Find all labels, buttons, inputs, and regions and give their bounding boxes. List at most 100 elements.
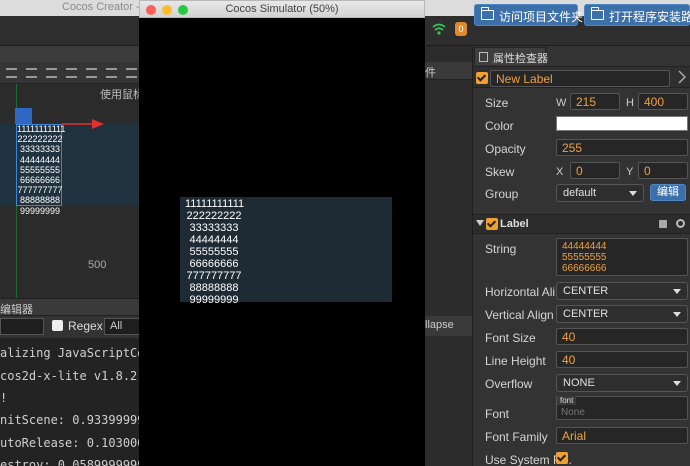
minimize-window-button[interactable] xyxy=(162,5,172,15)
close-window-button[interactable] xyxy=(146,5,156,15)
skew-y-input[interactable]: 0 xyxy=(638,162,688,179)
sim-label-line: 88888888 xyxy=(189,282,239,294)
console-line: cos2d-x-lite v1.8.2 xyxy=(0,369,138,383)
scene-label-line: 777777777 xyxy=(17,185,63,196)
string-line: 44444444 xyxy=(562,241,607,252)
console-toolbar: Regex All xyxy=(0,316,140,338)
node-active-checkbox[interactable] xyxy=(476,72,488,84)
width-input[interactable]: 215 xyxy=(570,93,620,110)
scene-label-line: 88888888 xyxy=(19,195,61,206)
scene-label-line: 66666666 xyxy=(19,175,61,186)
edit-group-button[interactable]: 编辑 xyxy=(650,184,686,201)
console-output[interactable]: alizing JavaScriptCore cos2d-x-lite v1.8… xyxy=(0,338,159,466)
font-size-label: Font Size xyxy=(485,331,536,345)
node-name-input[interactable]: New Label xyxy=(490,70,670,87)
regex-label: Regex xyxy=(68,319,103,333)
scene-label-line: 11111111111 xyxy=(17,124,66,134)
height-input[interactable]: 400 xyxy=(638,93,688,110)
skew-x-axis-label: X xyxy=(556,166,564,178)
simulator-titlebar: Cocos Simulator (50%) xyxy=(139,0,425,18)
notification-badge[interactable]: 0 xyxy=(455,22,467,36)
scene-label-line: 99999999 xyxy=(19,205,61,216)
regex-checkbox[interactable] xyxy=(52,320,63,331)
opacity-label: Opacity xyxy=(485,142,526,156)
scene-label-preview: 11111111111 222222222 33333333 44444444 … xyxy=(17,124,66,216)
console-header: 编辑器 xyxy=(0,298,140,316)
height-axis-label: H xyxy=(626,97,634,109)
sim-label-line: 66666666 xyxy=(189,258,239,270)
chevron-right-icon[interactable] xyxy=(676,68,688,86)
log-level-select[interactable]: All xyxy=(104,318,140,335)
node-library-panel xyxy=(425,46,472,466)
font-asset-field[interactable]: font None xyxy=(556,396,688,420)
string-label: String xyxy=(485,242,517,256)
skew-label: Skew xyxy=(485,165,515,179)
open-install-path-label: 打开程序安装路径 xyxy=(609,10,690,24)
align-left-icon[interactable] xyxy=(66,68,77,78)
scene-label-line: 55555555 xyxy=(19,164,61,175)
simulator-title: Cocos Simulator (50%) xyxy=(225,3,339,15)
align-vcenter-icon[interactable] xyxy=(26,68,37,78)
scene-label-line: 33333333 xyxy=(19,144,61,155)
console-filter-input[interactable] xyxy=(0,318,44,335)
console-line: estroy: 0.058999999999 xyxy=(0,458,159,466)
align-top-icon[interactable] xyxy=(6,68,17,78)
console-line: nitScene: 0.9339999999 xyxy=(0,413,159,427)
sim-label-line: 222222222 xyxy=(186,210,242,222)
horizontal-align-label: Horizontal Ali… xyxy=(485,285,568,299)
group-label: Group xyxy=(485,187,519,201)
skew-y-axis-label: Y xyxy=(626,166,634,178)
overflow-label: Overflow xyxy=(485,377,533,391)
font-family-input[interactable]: Arial xyxy=(556,427,688,444)
open-project-folder-label: 访问项目文件夹 xyxy=(499,10,584,24)
collapse-bar[interactable]: llapse xyxy=(425,316,472,336)
app-title: Cocos Creator - xyxy=(62,1,140,13)
console-line: ! xyxy=(0,391,8,405)
open-project-folder-button[interactable]: 访问项目文件夹 xyxy=(474,4,583,26)
scene-label-line: 44444444 xyxy=(19,154,61,165)
scene-hint: 使用鼠标 xyxy=(100,89,144,101)
use-system-font-checkbox[interactable] xyxy=(556,452,568,464)
color-swatch[interactable] xyxy=(556,116,688,131)
sim-label-line: 11111111111 xyxy=(185,198,245,210)
collapse-label: llapse xyxy=(425,319,454,331)
zoom-window-button[interactable] xyxy=(178,5,188,15)
align-right-icon[interactable] xyxy=(106,68,117,78)
font-asset-tag: font xyxy=(557,396,577,405)
align-hcenter-icon[interactable] xyxy=(86,68,97,78)
line-height-label: Line Height xyxy=(485,354,546,368)
font-size-input[interactable]: 40 xyxy=(556,328,688,345)
line-height-input[interactable]: 40 xyxy=(556,351,688,368)
folder-icon xyxy=(590,7,604,20)
string-textarea[interactable]: 44444444 55555555 66666666 xyxy=(556,238,688,276)
width-axis-label: W xyxy=(556,97,567,109)
scene-toolbar xyxy=(0,62,140,84)
tab-inspector[interactable]: 属性检查器 xyxy=(474,47,548,65)
skew-x-input[interactable]: 0 xyxy=(570,162,620,179)
horizontal-align-select[interactable]: CENTER xyxy=(556,282,688,300)
font-asset-value: None xyxy=(561,407,585,418)
group-select[interactable]: default xyxy=(556,184,644,202)
gear-icon[interactable] xyxy=(675,218,686,229)
overflow-select[interactable]: NONE xyxy=(556,374,688,392)
scene-label-line: 222222222 xyxy=(17,134,63,145)
console-line: utoRelease: 0.10300000 xyxy=(0,436,159,450)
chevron-down-icon[interactable] xyxy=(476,219,484,227)
wifi-icon[interactable] xyxy=(432,22,446,36)
node-library-title: 件 xyxy=(425,67,436,79)
console-line: alizing JavaScriptCore xyxy=(0,346,159,360)
inspector-icon xyxy=(479,52,488,62)
opacity-input[interactable]: 255 xyxy=(556,139,688,156)
label-enabled-checkbox[interactable] xyxy=(486,218,498,230)
help-book-icon[interactable] xyxy=(658,219,668,229)
console-title: 编辑器 xyxy=(0,304,33,316)
vertical-align-label: Vertical Align xyxy=(485,308,554,322)
move-x-arrow-icon[interactable] xyxy=(62,118,104,130)
node-anchor-handle[interactable] xyxy=(15,108,32,124)
align-bottom-icon[interactable] xyxy=(46,68,57,78)
distribute-icon[interactable] xyxy=(126,68,137,78)
open-install-path-button[interactable]: 打开程序安装路径 xyxy=(584,4,690,26)
sim-label-line: 44444444 xyxy=(189,234,239,246)
vertical-align-select[interactable]: CENTER xyxy=(556,305,688,323)
string-line: 55555555 xyxy=(562,252,607,263)
